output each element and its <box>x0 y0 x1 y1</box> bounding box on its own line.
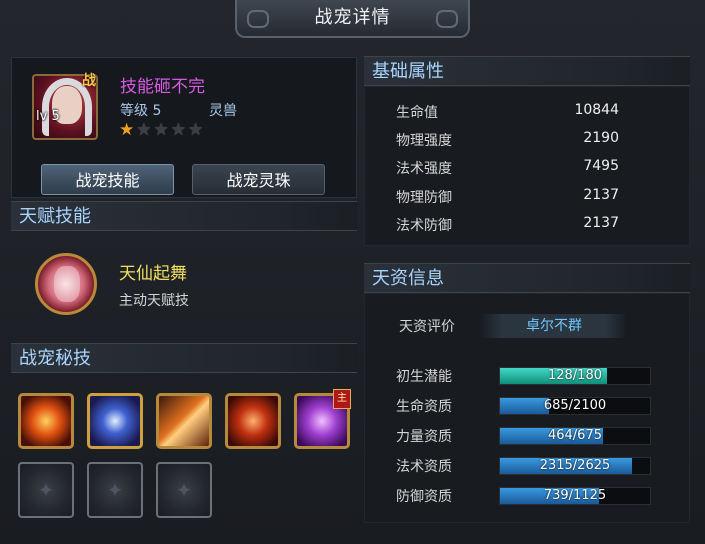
attr-label: 法术防御 <box>396 218 452 234</box>
star-empty-icon: ★ <box>170 120 186 140</box>
attr-row-phys-def: 物理防御 2137 <box>396 187 636 215</box>
skill-icon-fire-monk[interactable] <box>225 393 281 449</box>
attr-label: 法术强度 <box>396 161 452 177</box>
aptitude-progress-bar: 464/675 <box>499 427 651 445</box>
pet-level-badge: lv 5 <box>36 109 60 124</box>
pet-pearl-button[interactable]: 战宠灵珠 <box>192 164 325 195</box>
aptitude-label: 生命资质 <box>396 399 452 415</box>
empty-skill-slot[interactable] <box>87 462 143 518</box>
aptitude-rating-value: 卓尔不群 <box>480 314 628 338</box>
talent-type: 主动天赋技 <box>119 293 189 309</box>
aptitude-label: 力量资质 <box>396 429 452 445</box>
skill-icon-flame-blade[interactable] <box>156 393 212 449</box>
battle-badge: 战 <box>82 73 96 89</box>
aptitude-label: 防御资质 <box>396 489 452 505</box>
attr-value: 2137 <box>583 187 619 203</box>
attr-value: 7495 <box>583 158 619 174</box>
aptitude-progress-bar: 128/180 <box>499 367 651 385</box>
aptitude-progress-bar: 685/2100 <box>499 397 651 415</box>
attr-label: 生命值 <box>396 105 438 121</box>
star-empty-icon: ★ <box>188 120 204 140</box>
talent-header: 天赋技能 <box>11 201 357 231</box>
aptitude-progress-text: 464/675 <box>547 428 602 443</box>
star-filled-icon: ★ <box>119 120 135 140</box>
star-empty-icon: ★ <box>136 120 152 140</box>
attr-row-magic-def: 法术防御 2137 <box>396 215 636 243</box>
skill-icon-fire-eye[interactable] <box>18 393 74 449</box>
pet-level: 等级 5 <box>120 103 162 119</box>
attr-row-magic-power: 法术强度 7495 <box>396 158 636 186</box>
talent-name: 天仙起舞 <box>119 264 187 284</box>
attr-value: 10844 <box>574 102 619 118</box>
aptitude-header: 天资信息 <box>364 263 690 293</box>
star-empty-icon: ★ <box>153 120 169 140</box>
pet-detail-window: 战宠详情 战 lv 5 技能砸不完 等级 5 灵兽 ★ ★ ★ ★ ★ 战宠技能 战宠灵… <box>0 0 705 544</box>
aptitude-progress-bar: 2315/2625 <box>499 457 651 475</box>
base-attributes-header: 基础属性 <box>364 56 690 86</box>
aptitude-progress-text: 2315/2625 <box>539 458 611 473</box>
aptitude-progress-text: 739/1125 <box>543 488 607 503</box>
empty-skill-slot[interactable] <box>18 462 74 518</box>
aptitude-progress-text: 128/180 <box>547 368 602 383</box>
aptitude-progress-bar: 739/1125 <box>499 487 651 505</box>
talent-skill-icon[interactable] <box>35 253 97 315</box>
main-skill-badge: 主 <box>333 389 351 409</box>
skill-icon-lightning-beast[interactable] <box>87 393 143 449</box>
attr-value: 2190 <box>583 130 619 146</box>
aptitude-progress-text: 685/2100 <box>543 398 607 413</box>
secret-skill-header: 战宠秘技 <box>11 343 357 373</box>
aptitude-rating-label: 天资评价 <box>399 319 455 335</box>
attr-label: 物理防御 <box>396 190 452 206</box>
aptitude-label: 初生潜能 <box>396 369 452 385</box>
attr-row-phys-power: 物理强度 2190 <box>396 130 636 158</box>
pet-skill-button[interactable]: 战宠技能 <box>41 164 174 195</box>
empty-skill-slot[interactable] <box>156 462 212 518</box>
aptitude-label: 法术资质 <box>396 459 452 475</box>
attr-row-hp: 生命值 10844 <box>396 102 636 130</box>
attr-label: 物理强度 <box>396 133 452 149</box>
pet-name: 技能砸不完 <box>120 77 205 97</box>
pet-type: 灵兽 <box>209 103 237 119</box>
attr-value: 2137 <box>583 215 619 231</box>
window-title: 战宠详情 <box>235 0 470 38</box>
star-rating: ★ ★ ★ ★ ★ <box>119 121 203 139</box>
